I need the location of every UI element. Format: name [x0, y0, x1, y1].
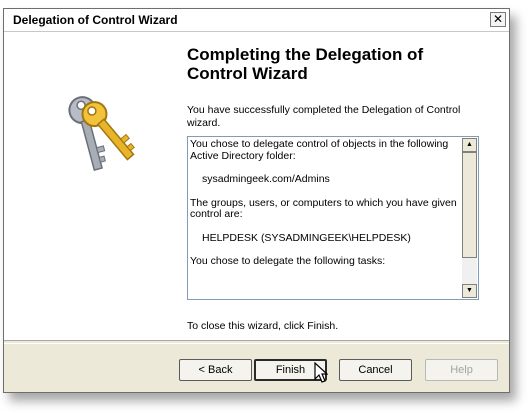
back-button[interactable]: < Back — [179, 359, 252, 381]
window-title: Delegation of Control Wizard — [13, 13, 178, 27]
wizard-window: Delegation of Control Wizard ✕ Completin… — [3, 8, 510, 393]
cancel-button[interactable]: Cancel — [339, 359, 412, 381]
keys-icon — [68, 96, 135, 172]
scroll-down-icon[interactable]: ▼ — [462, 284, 477, 298]
help-button: Help — [425, 359, 498, 381]
closing-text: To close this wizard, click Finish. — [187, 320, 339, 332]
summary-line-tasks-intro: You chose to delegate the following task… — [190, 255, 386, 267]
intro-text: You have successfully completed the Dele… — [187, 104, 461, 129]
title-bar: Delegation of Control Wizard ✕ — [4, 9, 509, 32]
close-button[interactable]: ✕ — [490, 12, 506, 27]
summary-folder: sysadmingeek.com/Admins — [202, 173, 330, 185]
wizard-content: Completing the Delegation of Control Wiz… — [4, 32, 509, 340]
summary-group: HELPDESK (SYSADMINGEEK\HELPDESK) — [202, 231, 411, 244]
page-heading: Completing the Delegation of Control Wiz… — [187, 45, 424, 83]
summary-textbox[interactable]: You chose to delegate control of objects… — [187, 136, 479, 300]
button-bar-divider — [4, 340, 509, 344]
mouse-cursor-icon — [314, 362, 328, 383]
scroll-thumb[interactable] — [462, 152, 477, 258]
summary-line-folder-intro: You chose to delegate control of objects… — [190, 138, 449, 162]
summary-text: You chose to delegate control of objects… — [190, 138, 461, 297]
vertical-scrollbar[interactable]: ▲ ▼ — [462, 138, 477, 298]
scroll-up-icon[interactable]: ▲ — [462, 138, 477, 152]
summary-line-groups-intro: The groups, users, or computers to which… — [190, 196, 457, 220]
